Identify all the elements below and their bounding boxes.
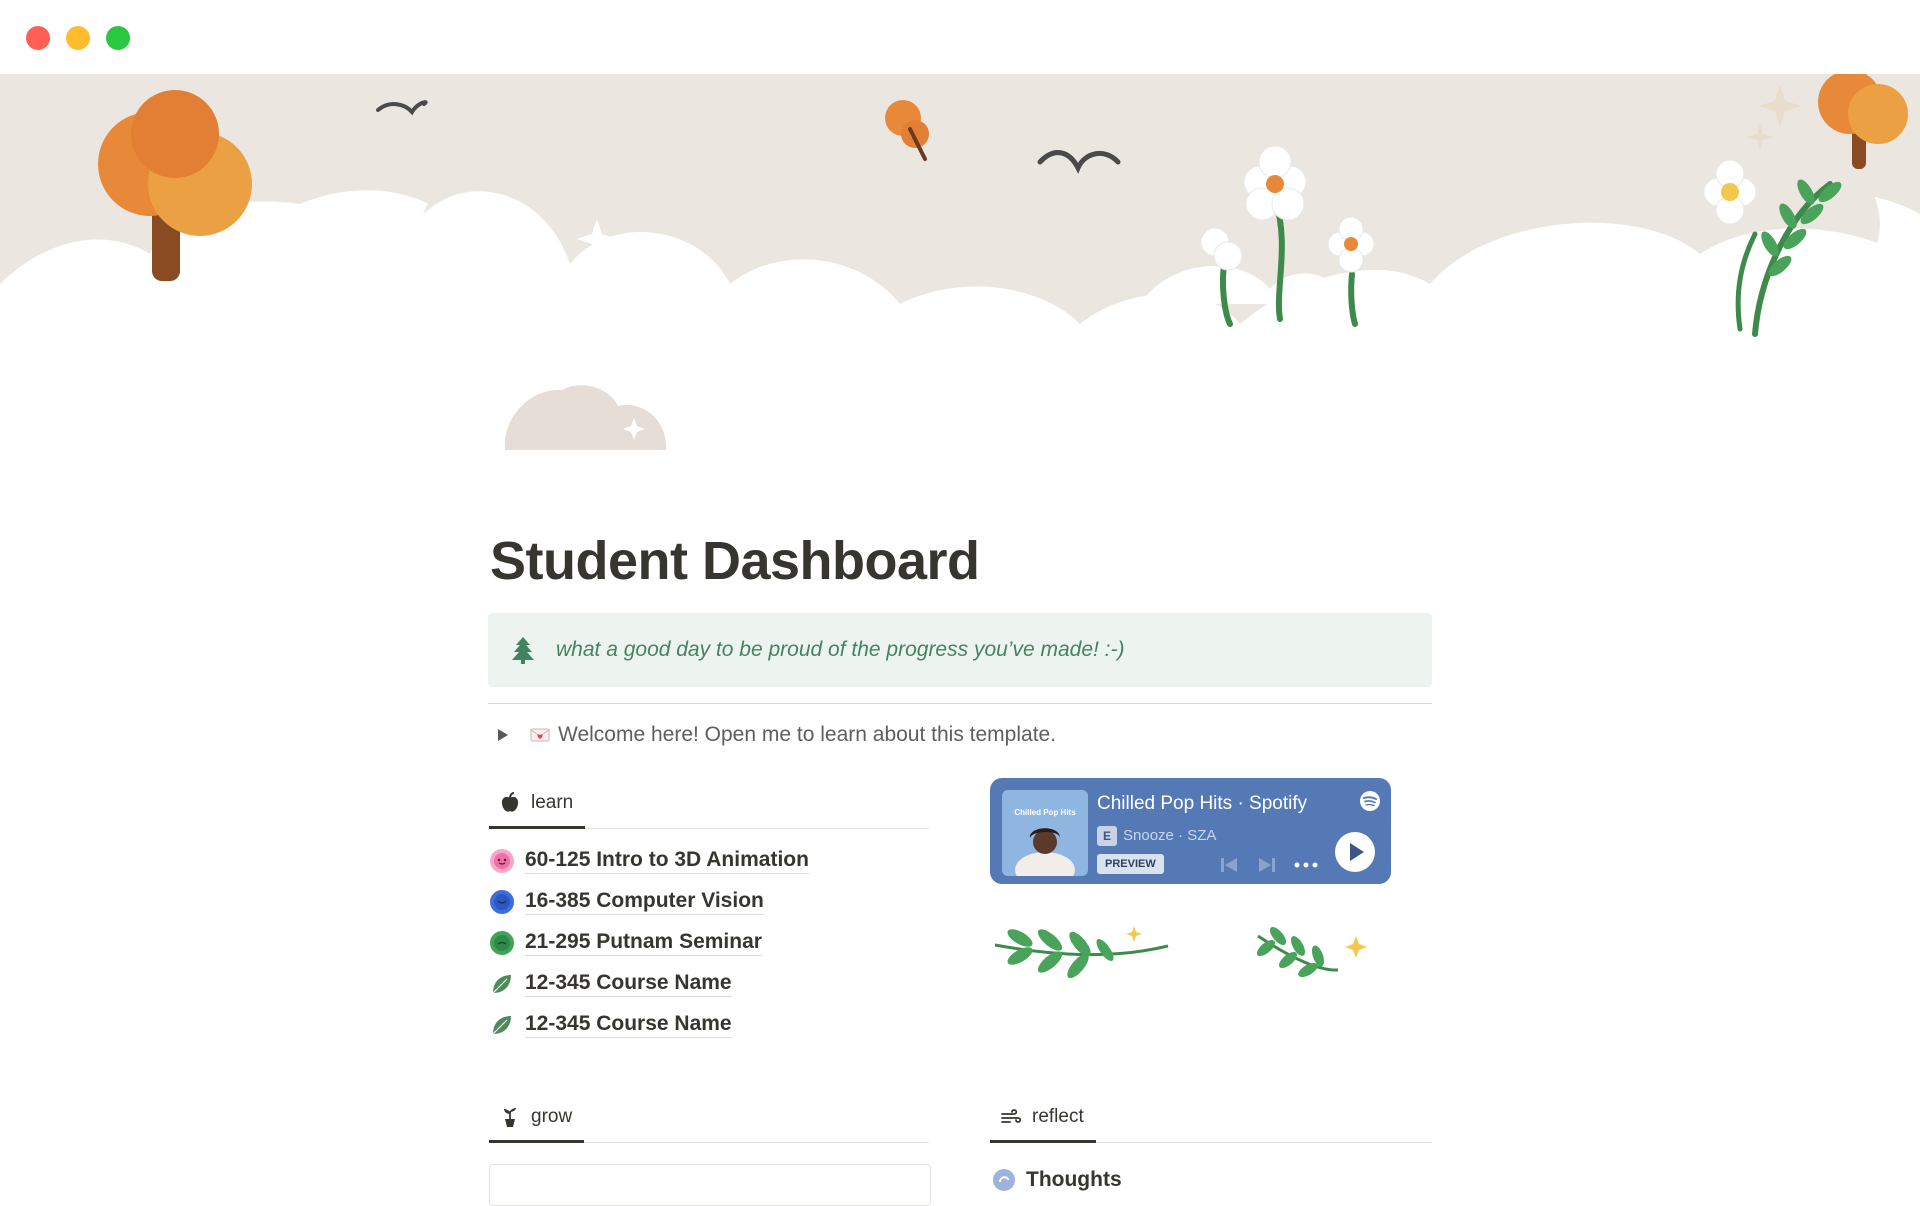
reflect-item-label[interactable]: Thoughts — [1026, 1168, 1122, 1192]
leaf-icon — [492, 1015, 511, 1034]
leaf-icon — [492, 974, 511, 993]
zoom-window-button[interactable] — [106, 26, 130, 50]
evergreen-tree-icon — [512, 637, 534, 664]
spotify-icon[interactable] — [1359, 790, 1381, 812]
play-button[interactable] — [1335, 832, 1375, 872]
course-label[interactable]: 21-295 Putnam Seminar — [525, 929, 762, 956]
branch-decoration — [994, 926, 1169, 979]
seedling-pot-icon — [504, 1108, 516, 1127]
green-badge-icon — [490, 930, 514, 955]
welcome-toggle[interactable]: Welcome here! Open me to learn about thi… — [494, 720, 1056, 750]
page-title: Student Dashboard — [490, 531, 980, 591]
tab-label: reflect — [1032, 1106, 1084, 1127]
previous-track-icon[interactable] — [1218, 854, 1240, 876]
track-info[interactable]: Snooze · SZA — [1123, 826, 1216, 846]
minimize-window-button[interactable] — [66, 26, 90, 50]
course-list: 60-125 Intro to 3D Animation 16-385 Comp… — [489, 840, 929, 1045]
course-item[interactable]: 21-295 Putnam Seminar — [489, 922, 929, 963]
wind-icon — [1001, 1109, 1022, 1123]
sprig-decoration — [1256, 926, 1367, 977]
thought-bubble-icon — [993, 1169, 1015, 1191]
toggle-text: Welcome here! Open me to learn about thi… — [558, 723, 1057, 746]
player-title[interactable]: Chilled Pop Hits · Spotify — [1097, 793, 1307, 815]
explicit-badge: E — [1097, 826, 1117, 846]
album-art[interactable]: Chilled Pop Hits — [1002, 790, 1088, 876]
course-item[interactable]: 12-345 Course Name — [489, 963, 929, 1004]
course-label[interactable]: 12-345 Course Name — [525, 970, 732, 997]
toggle-arrow-icon[interactable] — [498, 729, 508, 741]
preview-badge: PREVIEW — [1097, 854, 1164, 874]
close-window-button[interactable] — [26, 26, 50, 50]
callout: what a good day to be proud of the progr… — [488, 613, 1432, 687]
apple-icon — [501, 792, 519, 812]
course-item[interactable]: 12-345 Course Name — [489, 1004, 929, 1045]
blue-badge-icon — [490, 889, 514, 914]
album-figure — [1015, 828, 1075, 876]
love-letter-icon — [530, 728, 550, 742]
tab-label: learn — [531, 792, 574, 813]
callout-text: what a good day to be proud of the progr… — [556, 638, 1125, 661]
course-label[interactable]: 60-125 Intro to 3D Animation — [525, 847, 809, 874]
cloud-page-icon — [504, 385, 667, 450]
reflect-tabbar: reflect — [990, 1094, 1432, 1143]
tab-grow[interactable]: grow — [489, 1094, 585, 1143]
divider — [488, 703, 1432, 704]
grow-tabbar: grow — [489, 1094, 929, 1143]
reflect-item-thoughts[interactable]: Thoughts — [992, 1160, 1122, 1200]
pink-sun-icon — [490, 848, 514, 873]
tab-reflect[interactable]: reflect — [990, 1094, 1096, 1143]
tab-label: grow — [531, 1106, 573, 1127]
learn-tabbar: learn — [489, 780, 929, 829]
cover-image — [0, 74, 1920, 374]
course-item[interactable]: 60-125 Intro to 3D Animation — [489, 840, 929, 881]
course-label[interactable]: 16-385 Computer Vision — [525, 888, 764, 915]
spotify-player[interactable]: Chilled Pop Hits Chilled Pop Hits · Spot… — [990, 778, 1391, 884]
course-item[interactable]: 16-385 Computer Vision — [489, 881, 929, 922]
more-options-icon[interactable] — [1293, 860, 1319, 870]
next-track-icon[interactable] — [1256, 854, 1278, 876]
course-label[interactable]: 12-345 Course Name — [525, 1011, 732, 1038]
window-titlebar — [0, 0, 1920, 74]
tab-learn[interactable]: learn — [489, 780, 586, 829]
play-icon — [1350, 843, 1364, 861]
